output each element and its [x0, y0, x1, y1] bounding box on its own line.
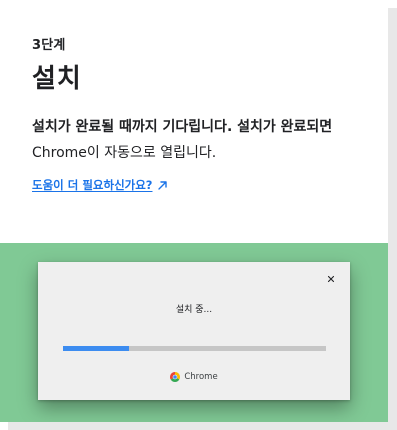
chrome-brand-label: Chrome: [184, 372, 218, 382]
step-title: 설치: [32, 64, 82, 94]
step-label: 3단계: [32, 38, 66, 53]
description-bold-text: 설치가 완료될 때까지 기다립니다. 설치가 완료되면: [32, 119, 333, 135]
card-shadow-right: [388, 8, 397, 430]
help-link-label: 도움이 더 필요하신가요?: [32, 178, 153, 192]
step-description: 설치가 완료될 때까지 기다립니다. 설치가 완료되면 Chrome이 자동으로…: [32, 114, 368, 166]
description-app-name: Chrome: [32, 145, 87, 161]
close-icon[interactable]: [326, 274, 336, 284]
help-link[interactable]: 도움이 더 필요하신가요?: [32, 177, 168, 193]
install-step-card: 3단계 설치 설치가 완료될 때까지 기다립니다. 설치가 완료되면 Chrom…: [0, 0, 388, 422]
chrome-logo-icon: [170, 372, 181, 382]
chrome-brand: Chrome: [38, 372, 350, 382]
install-progress-bar: [63, 346, 326, 351]
card-shadow-bottom: [8, 422, 397, 430]
description-tail-text: 이 자동으로 열립니다.: [86, 145, 217, 161]
install-status-text: 설치 중...: [175, 305, 213, 315]
installer-dialog: 설치 중... Chrome: [38, 262, 350, 400]
external-arrow-icon: [158, 180, 168, 190]
install-progress-fill: [63, 346, 129, 351]
